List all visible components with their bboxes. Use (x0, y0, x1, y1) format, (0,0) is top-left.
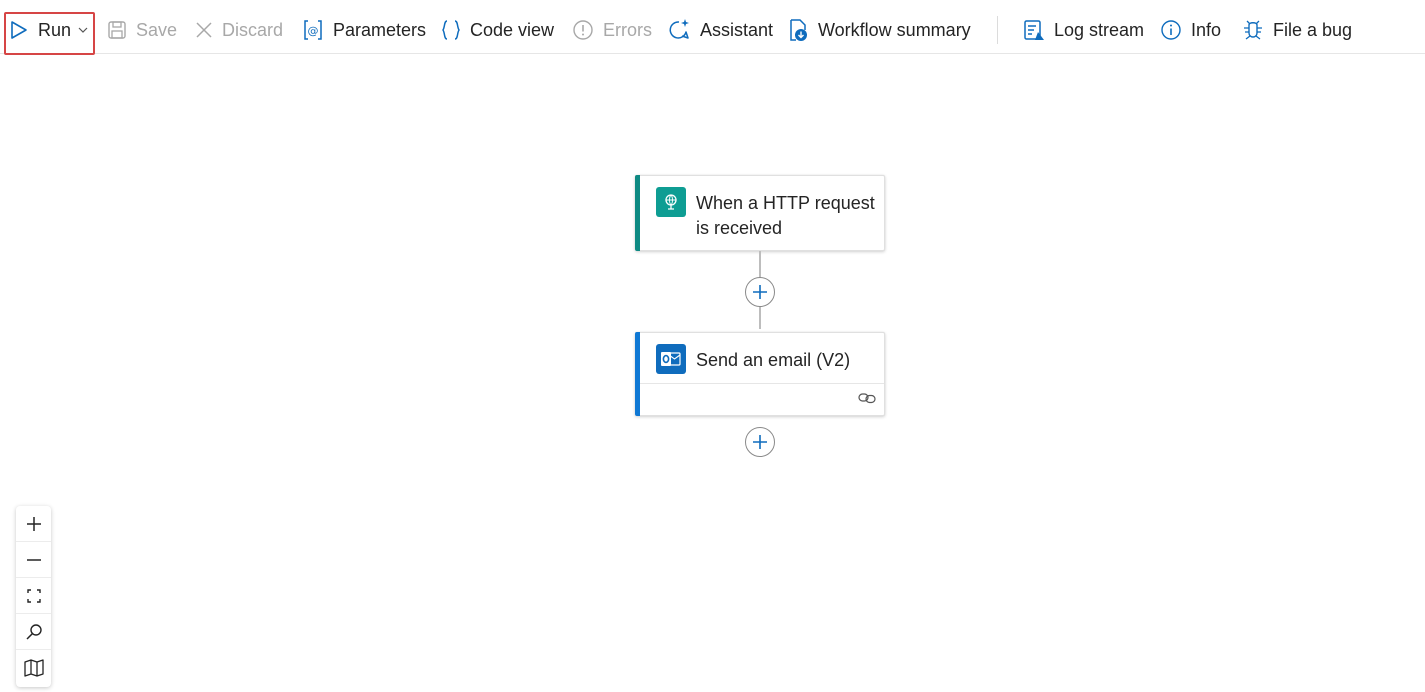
bug-icon (1244, 20, 1262, 40)
add-step-button[interactable] (745, 427, 775, 457)
zoom-out-button[interactable] (16, 542, 51, 578)
code-view-button[interactable]: Code view (441, 14, 554, 46)
run-button[interactable]: Run (10, 14, 88, 46)
error-circle-icon (573, 20, 593, 40)
toolbar-divider (997, 16, 998, 44)
zoom-in-button[interactable] (16, 506, 51, 542)
search-icon (25, 623, 42, 640)
info-label: Info (1191, 19, 1222, 40)
log-stream-icon (1024, 20, 1044, 40)
file-a-bug-button[interactable]: File a bug (1242, 14, 1352, 46)
errors-label: Errors (603, 19, 652, 40)
action-card-divider (640, 383, 884, 384)
run-label: Run (38, 19, 72, 40)
save-button[interactable]: Save (107, 14, 177, 46)
designer-canvas[interactable]: When a HTTP request is received Send an … (0, 55, 1425, 692)
log-stream-button[interactable]: Log stream (1023, 14, 1144, 46)
plus-icon (753, 435, 767, 449)
http-request-icon (656, 187, 686, 217)
link-icon[interactable] (858, 392, 876, 404)
designer-toolbar: Run Save Discard @ Parameters Code view … (0, 0, 1425, 55)
zoom-controls (16, 506, 51, 687)
close-icon (196, 22, 212, 38)
file-a-bug-label: File a bug (1273, 19, 1353, 40)
document-download-icon (790, 19, 807, 41)
save-icon (108, 21, 126, 39)
workflow-summary-label: Workflow summary (818, 19, 971, 40)
action-title: Send an email (V2) (696, 350, 851, 370)
fit-view-button[interactable] (16, 578, 51, 614)
chevron-down-icon[interactable] (78, 26, 88, 34)
zoom-out-icon (26, 558, 41, 561)
assistant-sparkle-icon (669, 19, 689, 39)
svg-text:@: @ (308, 25, 319, 38)
log-stream-label: Log stream (1054, 19, 1145, 40)
action-card-send-email[interactable]: Send an email (V2) (635, 332, 885, 416)
trigger-card-http-request[interactable]: When a HTTP request is received (635, 175, 885, 251)
discard-label: Discard (222, 19, 284, 40)
parameters-button[interactable]: @ Parameters (302, 14, 426, 46)
insert-step-button[interactable] (745, 277, 775, 307)
plus-icon (753, 285, 767, 299)
outlook-icon (656, 344, 686, 374)
parameters-icon: @ (304, 20, 322, 40)
action-accent-bar (635, 332, 640, 416)
minimap-button[interactable] (16, 650, 51, 686)
code-view-label: Code view (470, 19, 555, 40)
assistant-label: Assistant (700, 19, 774, 40)
minimap-icon (23, 659, 44, 677)
workflow-summary-button[interactable]: Workflow summary (787, 14, 971, 46)
info-icon (1161, 20, 1181, 40)
play-icon (11, 21, 27, 39)
fit-view-icon (26, 588, 41, 603)
zoom-in-icon (26, 516, 41, 531)
info-button[interactable]: Info (1160, 14, 1221, 46)
trigger-title-line2: is received (696, 218, 783, 238)
assistant-button[interactable]: Assistant (667, 14, 773, 46)
trigger-accent-bar (635, 175, 640, 251)
discard-button[interactable]: Discard (195, 14, 283, 46)
save-label: Save (136, 19, 178, 40)
search-button[interactable] (16, 614, 51, 650)
parameters-label: Parameters (333, 19, 427, 40)
code-braces-icon (442, 20, 460, 40)
trigger-title: When a HTTP request is received (696, 191, 875, 241)
errors-button[interactable]: Errors (572, 14, 652, 46)
trigger-title-line1: When a HTTP request (696, 193, 875, 213)
